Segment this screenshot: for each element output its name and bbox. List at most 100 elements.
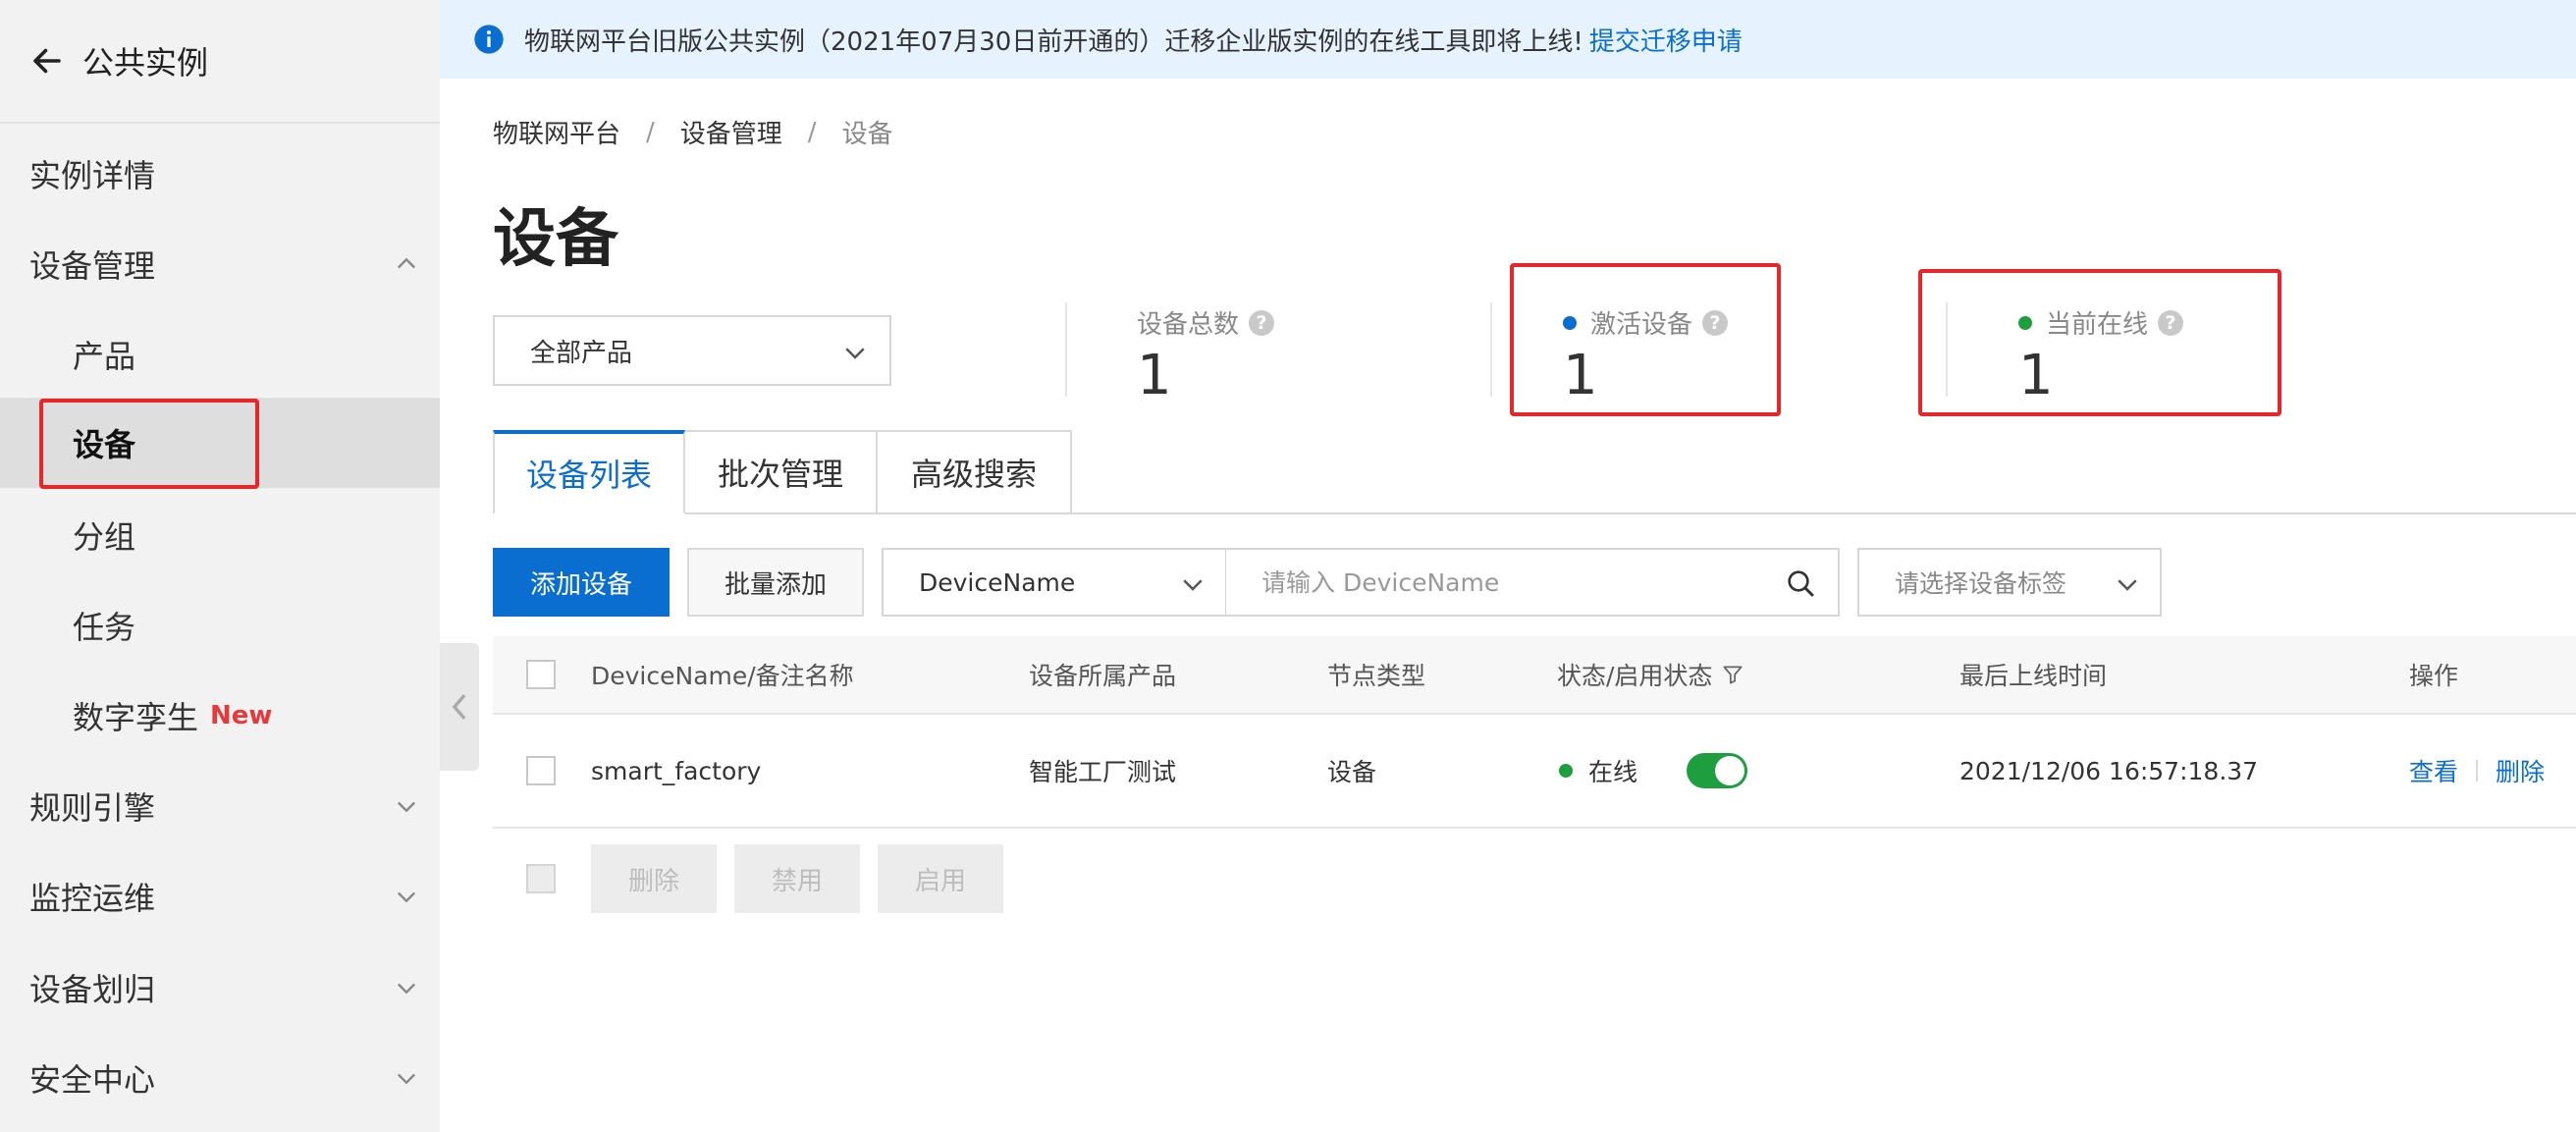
chevron-down-icon: [398, 801, 415, 813]
sidebar-item-device-assignment[interactable]: 设备划归: [0, 943, 440, 1033]
tag-select-placeholder: 请选择设备标签: [1895, 569, 2067, 598]
action-separator: [2476, 760, 2479, 782]
new-badge: New: [210, 701, 273, 730]
notice-text: 物联网平台旧版公共实例（2021年07月30日前开通的）迁移企业版实例的在线工具…: [524, 27, 1583, 57]
highlight-box: [1510, 263, 1781, 416]
sidebar-item-product[interactable]: 产品: [0, 309, 440, 400]
bulk-select-checkbox[interactable]: [526, 864, 556, 893]
tab-batch-management[interactable]: 批次管理: [685, 430, 878, 514]
sidebar-item-label: 设备管理: [29, 247, 156, 285]
delete-link[interactable]: 删除: [2496, 753, 2545, 788]
info-icon: [474, 25, 504, 54]
online-status-dot: [1559, 764, 1573, 778]
sidebar-item-task[interactable]: 任务: [0, 580, 440, 671]
filter-icon[interactable]: [1720, 662, 1745, 687]
device-name: smart_factory: [591, 756, 762, 785]
column-header: 设备所属产品: [1029, 662, 1177, 690]
product-select-value: 全部产品: [530, 338, 633, 368]
last-online-time: 2021/12/06 16:57:18.37: [1959, 756, 2259, 785]
back-arrow-icon[interactable]: [29, 43, 65, 79]
breadcrumb-current: 设备: [841, 120, 893, 149]
breadcrumb: 物联网平台 / 设备管理 / 设备: [493, 114, 893, 150]
tab-advanced-search[interactable]: 高级搜索: [878, 430, 1072, 514]
sidebar-item-rule-engine[interactable]: 规则引擎: [0, 761, 440, 851]
sidebar-item-label: 分组: [73, 518, 136, 556]
stat-label: 设备总数 ?: [1137, 304, 1275, 341]
chevron-down-icon: [398, 1073, 415, 1085]
breadcrumb-separator: /: [646, 117, 655, 147]
tab-device-list[interactable]: 设备列表: [493, 430, 685, 514]
migration-apply-link[interactable]: 提交迁移申请: [1589, 22, 1743, 58]
sidebar-item-instance-detail[interactable]: 实例详情: [0, 129, 440, 219]
sidebar-item-label: 产品: [73, 338, 136, 375]
sidebar-item-label: 安全中心: [29, 1061, 156, 1099]
toggle-knob: [1715, 756, 1745, 785]
select-all-checkbox[interactable]: [526, 660, 556, 689]
sidebar-item-label: 任务: [73, 609, 136, 646]
sidebar-item-digital-twin[interactable]: 数字孪生 New: [0, 671, 440, 761]
device-product: 智能工厂测试: [1029, 758, 1177, 786]
chevron-up-icon: [398, 257, 415, 269]
chevron-left-icon: [452, 693, 466, 721]
tabs-underline: [1072, 512, 2576, 514]
divider: [1065, 302, 1067, 397]
bulk-disable-button[interactable]: 禁用: [734, 844, 860, 913]
search-field-select[interactable]: DeviceName: [882, 548, 1227, 617]
column-header: 节点类型: [1327, 662, 1426, 690]
search-box: [1225, 548, 1840, 617]
device-tag-select[interactable]: 请选择设备标签: [1857, 548, 2162, 617]
bulk-enable-button[interactable]: 启用: [878, 844, 1003, 913]
sidebar-item-label: 实例详情: [29, 157, 156, 194]
add-device-button[interactable]: 添加设备: [493, 548, 670, 617]
tab-bar: 设备列表 批次管理 高级搜索: [493, 430, 1072, 514]
sidebar: 公共实例 实例详情 设备管理 产品 设备 分组 任务 数字孪生 New 规则引擎…: [0, 0, 440, 1132]
breadcrumb-separator: /: [807, 117, 817, 147]
stat-label-text: 设备总数: [1137, 310, 1240, 340]
status-text: 在线: [1588, 758, 1638, 786]
batch-add-button[interactable]: 批量添加: [687, 548, 864, 617]
bulk-delete-button[interactable]: 删除: [591, 844, 717, 913]
breadcrumb-item[interactable]: 设备管理: [680, 114, 782, 150]
column-header: 最后上线时间: [1959, 662, 2108, 690]
column-header: DeviceName/备注名称: [591, 662, 854, 690]
instance-title: 公共实例: [82, 44, 209, 81]
search-icon[interactable]: [1785, 567, 1816, 599]
sidebar-item-label: 监控运维: [29, 880, 156, 917]
highlight-box: [39, 399, 259, 489]
table-row: smart_factory 智能工厂测试 设备 在线 2021/12/06 16…: [493, 715, 2576, 829]
select-all-cell: [526, 636, 556, 713]
column-header-status: 状态/启用状态: [1557, 636, 1745, 713]
breadcrumb-item[interactable]: 物联网平台: [493, 114, 620, 150]
sidebar-item-label: 设备划归: [29, 971, 156, 1008]
search-field-value: DeviceName: [919, 567, 1076, 597]
page-title: 设备: [493, 203, 618, 276]
sidebar-item-security-center[interactable]: 安全中心: [0, 1033, 440, 1123]
view-link[interactable]: 查看: [2409, 753, 2458, 788]
sidebar-item-device-management[interactable]: 设备管理: [0, 219, 440, 309]
row-checkbox[interactable]: [526, 756, 556, 785]
bulk-select-cell: [526, 864, 556, 893]
row-select-cell: [526, 715, 556, 827]
divider: [1490, 302, 1492, 397]
chevron-down-icon: [845, 348, 865, 359]
enable-toggle[interactable]: [1687, 753, 1748, 788]
sidebar-item-group[interactable]: 分组: [0, 490, 440, 580]
notice-bar: 物联网平台旧版公共实例（2021年07月30日前开通的）迁移企业版实例的在线工具…: [440, 0, 2576, 79]
sidebar-collapse-handle[interactable]: [440, 643, 479, 771]
status-cell: 在线: [1559, 715, 1748, 827]
column-header: 状态/启用状态: [1557, 662, 1713, 690]
chevron-down-icon: [398, 983, 415, 995]
sidebar-item-monitoring[interactable]: 监控运维: [0, 851, 440, 942]
search-input[interactable]: [1226, 550, 1756, 615]
chevron-down-icon: [2118, 579, 2137, 591]
node-type: 设备: [1327, 758, 1377, 786]
chevron-down-icon: [398, 891, 415, 903]
stat-value: 1: [1137, 344, 1172, 407]
table-header: DeviceName/备注名称 设备所属产品 节点类型 状态/启用状态 最后上线…: [493, 636, 2576, 715]
stat-total-devices: 设备总数 ? 1: [1137, 304, 1275, 407]
sidebar-item-label: 规则引擎: [29, 789, 156, 827]
product-select[interactable]: 全部产品: [493, 315, 891, 386]
chevron-down-icon: [1183, 579, 1203, 591]
sidebar-item-label: 数字孪生: [73, 699, 199, 736]
help-icon[interactable]: ?: [1249, 309, 1275, 336]
